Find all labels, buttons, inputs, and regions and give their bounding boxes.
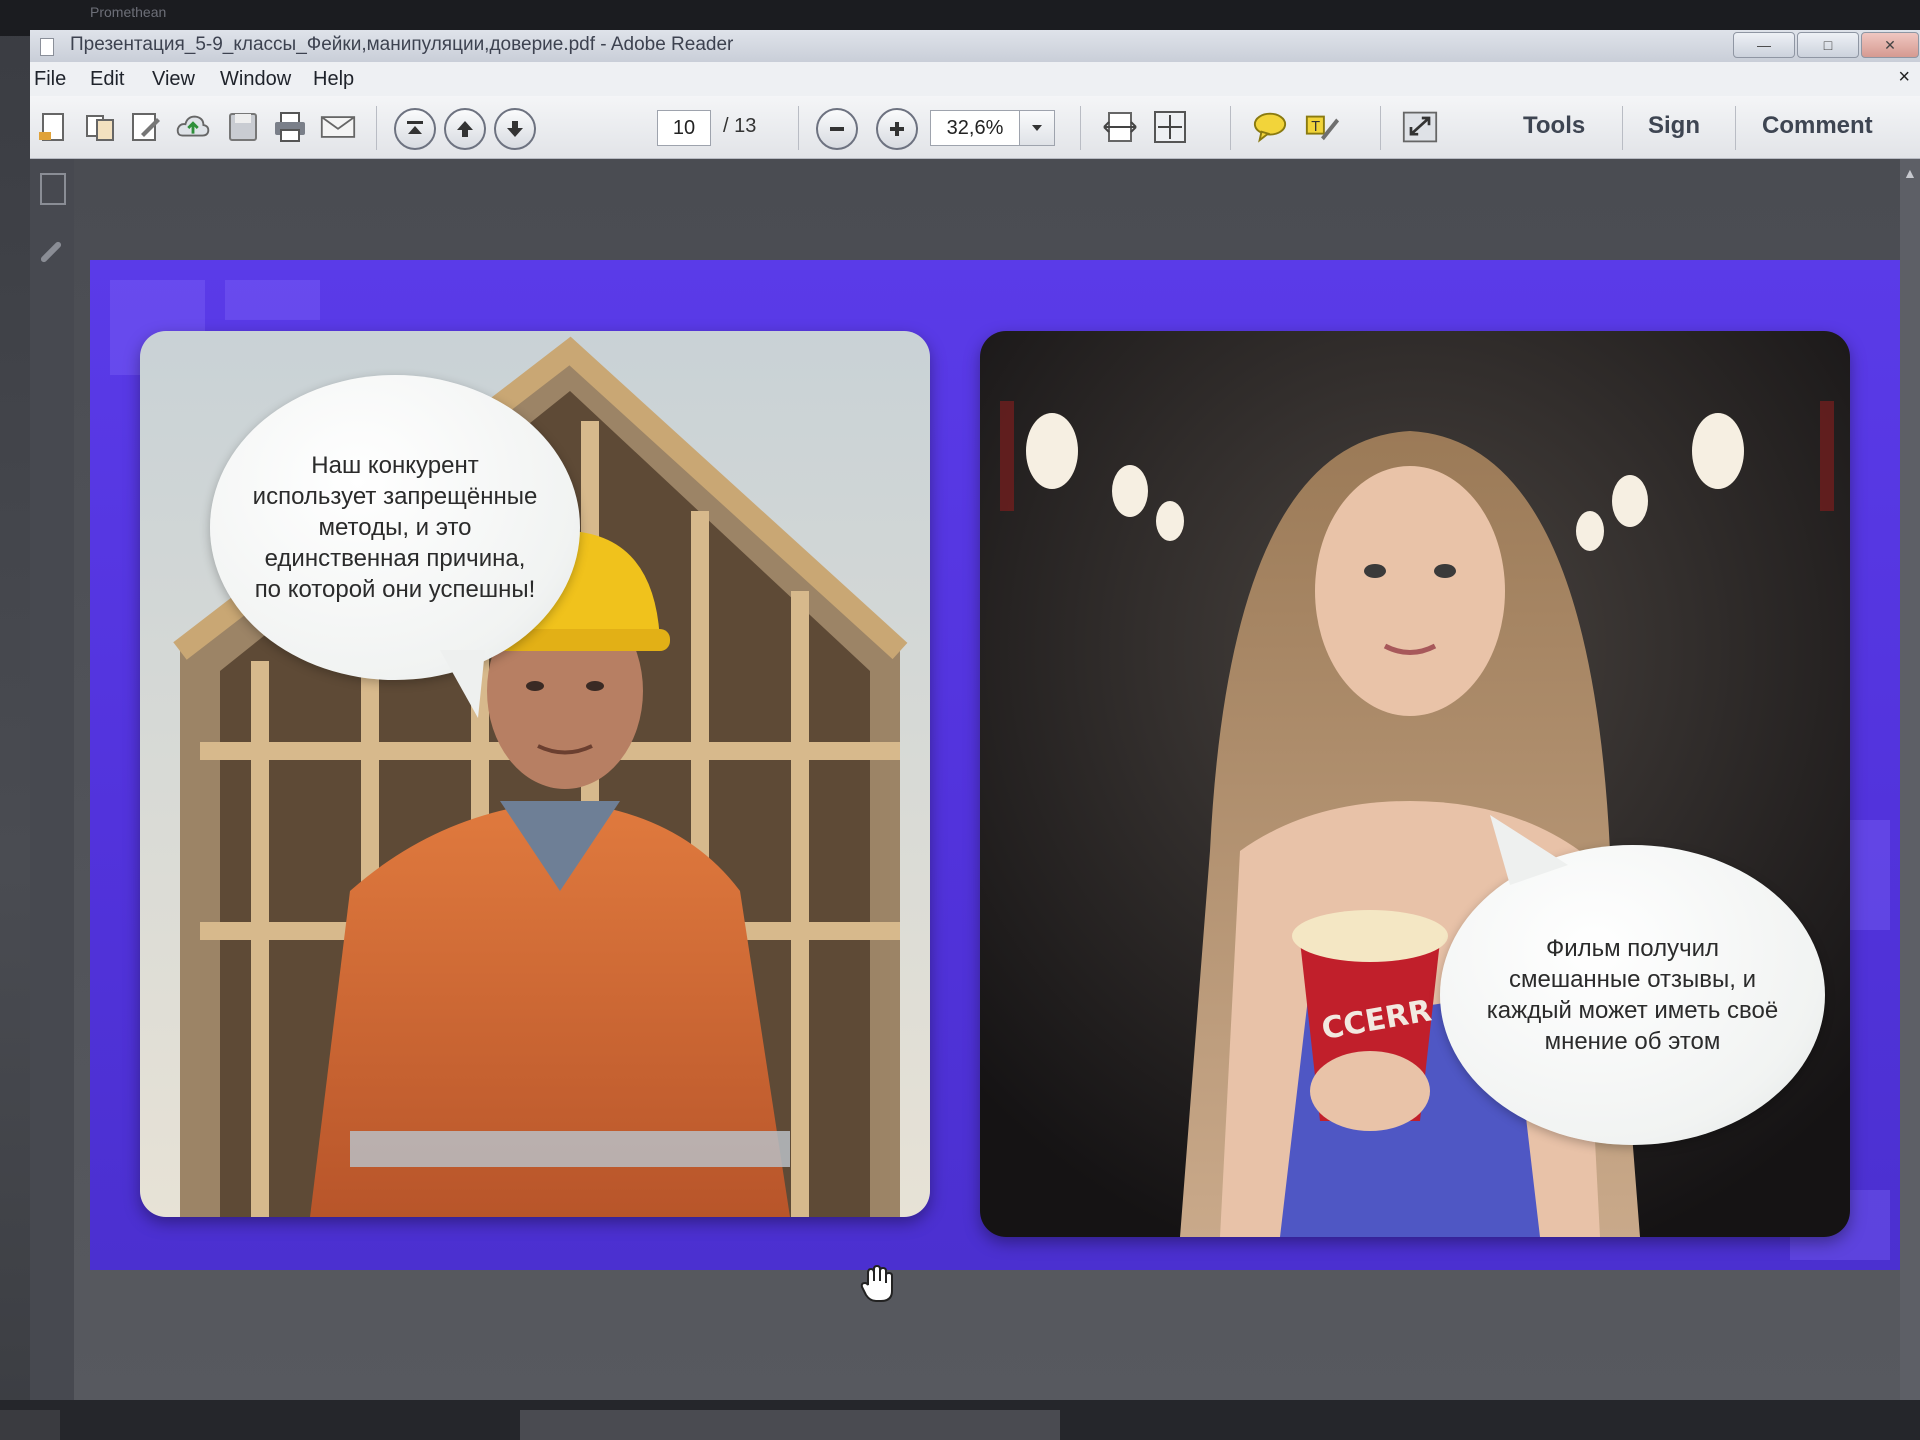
speech-bubble-left: Наш конкурент использует запрещённые мет… — [210, 375, 580, 680]
speech-bubble-right: Фильм получил смешанные отзывы, и каждый… — [1440, 845, 1825, 1145]
email-icon[interactable] — [320, 109, 356, 145]
speech-bubble-right-text: Фильм получил смешанные отзывы, и каждый… — [1486, 935, 1779, 1055]
pdf-page-slide: CCERR CK Наш конкурент использует запрещ… — [90, 260, 1900, 1270]
toolbar-separator — [798, 106, 799, 150]
attachments-icon[interactable] — [39, 240, 63, 264]
menu-file[interactable]: File — [34, 68, 66, 91]
toolbar-separator — [1380, 106, 1381, 150]
page-thumbnails-icon[interactable] — [40, 173, 66, 205]
create-pdf-icon[interactable] — [36, 109, 72, 145]
full-screen-icon[interactable] — [1402, 109, 1438, 145]
first-page-button[interactable] — [394, 108, 436, 150]
toolbar-separator — [376, 106, 377, 150]
taskbar-item[interactable] — [0, 1410, 60, 1440]
toolbar-separator — [1622, 106, 1623, 150]
speech-bubble-right-tail — [1490, 815, 1568, 885]
zoom-dropdown-button[interactable] — [1019, 110, 1055, 146]
toolbar-separator — [1735, 106, 1736, 150]
svg-text:T: T — [1311, 120, 1321, 135]
menu-view[interactable]: View — [152, 68, 195, 91]
menu-edit[interactable]: Edit — [90, 68, 124, 91]
speech-bubble-left-tail — [440, 650, 485, 718]
highlight-text-icon[interactable]: T — [1304, 109, 1340, 145]
combine-files-icon[interactable] — [82, 109, 118, 145]
taskbar-item[interactable] — [520, 1410, 1060, 1440]
tools-button[interactable]: Tools — [1523, 112, 1585, 140]
close-document-button[interactable]: × — [1898, 66, 1910, 89]
toolbar-separator — [1080, 106, 1081, 150]
decor-square — [225, 280, 320, 320]
projector-screen: Promethean Презентация_5-9_классы_Фейки,… — [0, 0, 1920, 1440]
maximize-button[interactable]: □ — [1797, 32, 1859, 58]
title-bar: Презентация_5-9_классы_Фейки,манипуляции… — [30, 30, 1920, 63]
toolbar-separator — [1230, 106, 1231, 150]
window-title: Презентация_5-9_классы_Фейки,манипуляции… — [70, 34, 734, 55]
edit-document-icon[interactable] — [128, 109, 164, 145]
fit-width-icon[interactable] — [1102, 109, 1138, 145]
page-total: / 13 — [723, 115, 757, 137]
fit-page-icon[interactable] — [1152, 109, 1188, 145]
menu-help[interactable]: Help — [313, 68, 354, 91]
zoom-in-button[interactable] — [876, 108, 918, 150]
menu-bar: File Edit View Window Help × — [30, 62, 1920, 97]
print-icon[interactable] — [272, 109, 308, 145]
scroll-up-icon[interactable]: ▲ — [1903, 165, 1917, 181]
close-window-button[interactable]: ✕ — [1861, 32, 1919, 58]
speech-bubble-left-text: Наш конкурент использует запрещённые мет… — [252, 452, 538, 603]
sign-button[interactable]: Sign — [1648, 112, 1700, 140]
save-icon[interactable] — [225, 109, 261, 145]
page-number-input[interactable]: 10 — [657, 110, 711, 146]
hand-cursor-icon — [860, 1265, 893, 1302]
cloud-upload-icon[interactable] — [175, 109, 211, 145]
document-icon — [40, 38, 54, 56]
menu-window[interactable]: Window — [220, 68, 291, 91]
previous-page-button[interactable] — [444, 108, 486, 150]
comment-button[interactable]: Comment — [1762, 112, 1873, 140]
sticky-note-icon[interactable] — [1252, 109, 1288, 145]
top-strip-label: Promethean — [90, 4, 167, 20]
minimize-button[interactable]: — — [1733, 32, 1795, 58]
toolbar: 10 / 13 32,6% T Tools Sign Comment — [30, 96, 1920, 159]
vertical-scrollbar[interactable]: ▲ — [1900, 159, 1920, 1400]
navigation-pane — [30, 159, 74, 1400]
zoom-level-input[interactable]: 32,6% — [930, 110, 1020, 146]
zoom-out-button[interactable] — [816, 108, 858, 150]
next-page-button[interactable] — [494, 108, 536, 150]
